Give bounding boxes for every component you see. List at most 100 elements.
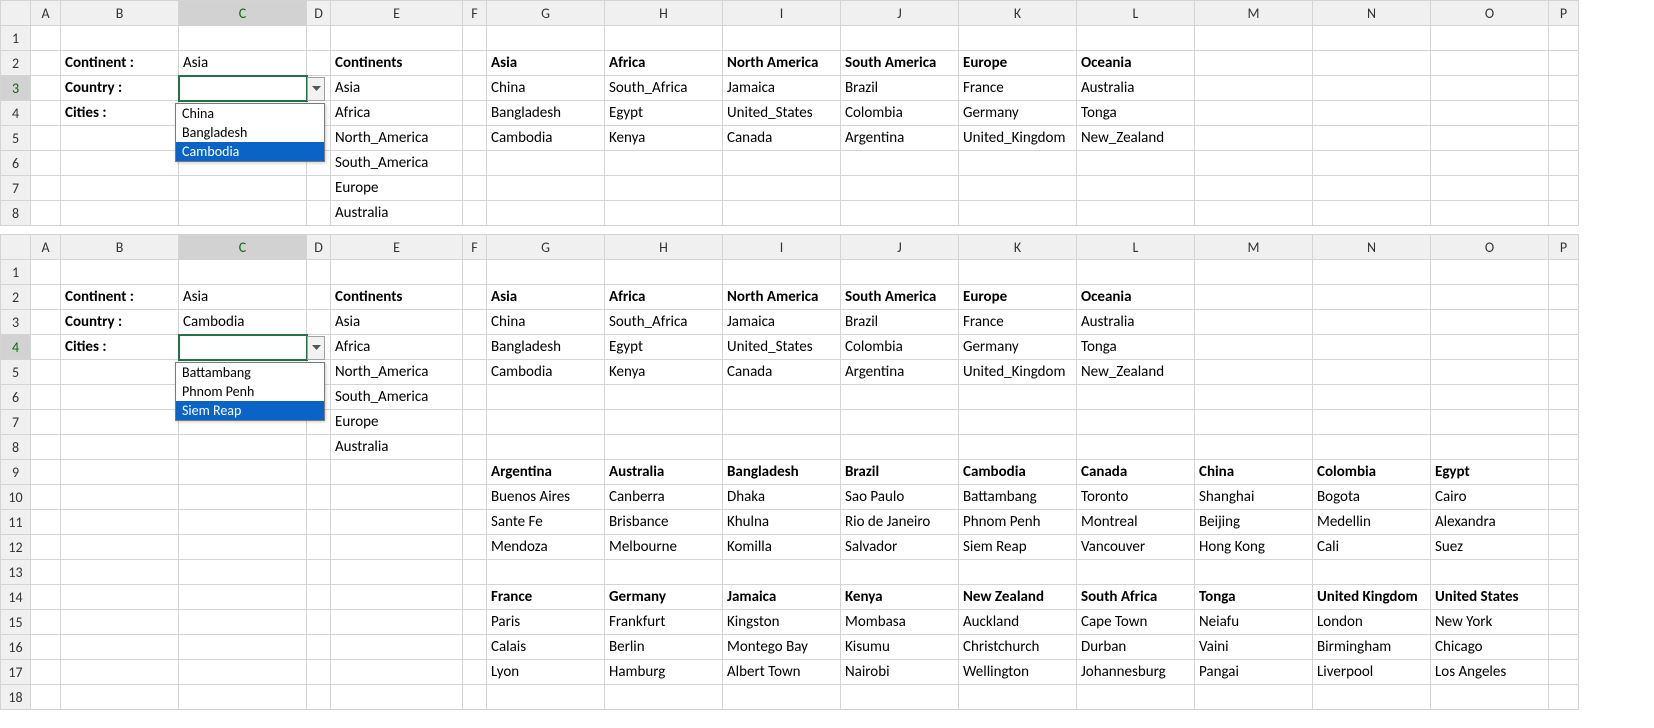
hdr-na[interactable]: North America xyxy=(723,51,841,76)
cell[interactable]: Tonga xyxy=(1077,335,1195,360)
cell[interactable]: Komilla xyxy=(723,535,841,560)
cell[interactable]: France xyxy=(959,310,1077,335)
row-header[interactable]: 3 xyxy=(1,310,31,335)
continent-na[interactable]: North_America xyxy=(331,360,463,385)
select-all[interactable] xyxy=(1,235,31,260)
cell[interactable]: Tonga xyxy=(1077,101,1195,126)
cell[interactable]: Cali xyxy=(1313,535,1431,560)
cell[interactable]: Durban xyxy=(1077,635,1195,660)
cell[interactable]: United_States xyxy=(723,335,841,360)
cell[interactable]: Montreal xyxy=(1077,510,1195,535)
cell[interactable]: Alexandra xyxy=(1431,510,1549,535)
cell[interactable]: Sante Fe xyxy=(487,510,605,535)
cell[interactable]: Hong Kong xyxy=(1195,535,1313,560)
cell[interactable]: Jamaica xyxy=(723,76,841,101)
cell[interactable]: Brazil xyxy=(841,76,959,101)
col-header-d[interactable]: D xyxy=(307,235,331,260)
cell[interactable]: Germany xyxy=(959,101,1077,126)
hdr-sa[interactable]: South America xyxy=(841,285,959,310)
cell[interactable]: Beijing xyxy=(1195,510,1313,535)
row-header[interactable]: 7 xyxy=(1,176,31,201)
row-header[interactable]: 5 xyxy=(1,360,31,385)
col-header-m[interactable]: M xyxy=(1195,1,1313,26)
cell[interactable]: Kingston xyxy=(723,610,841,635)
dropdown-item[interactable]: Cambodia xyxy=(176,142,324,161)
cell[interactable]: Vaini xyxy=(1195,635,1313,660)
cell[interactable]: Lyon xyxy=(487,660,605,685)
row-header[interactable]: 5 xyxy=(1,126,31,151)
cell[interactable]: Jamaica xyxy=(723,310,841,335)
cell[interactable]: Mendoza xyxy=(487,535,605,560)
col-header-o[interactable]: O xyxy=(1431,1,1549,26)
hdr[interactable]: Tonga xyxy=(1195,585,1313,610)
col-header-p[interactable]: P xyxy=(1549,235,1579,260)
hdr[interactable]: China xyxy=(1195,460,1313,485)
cell[interactable]: Germany xyxy=(959,335,1077,360)
row-header[interactable]: 14 xyxy=(1,585,31,610)
continent-sa[interactable]: South_America xyxy=(331,151,463,176)
cell[interactable]: Colombia xyxy=(841,335,959,360)
row-header[interactable]: 2 xyxy=(1,285,31,310)
cell[interactable]: Bogota xyxy=(1313,485,1431,510)
cell[interactable]: Egypt xyxy=(605,101,723,126)
col-header-o[interactable]: O xyxy=(1431,235,1549,260)
cell[interactable]: Canada xyxy=(723,360,841,385)
cell[interactable]: New_Zealand xyxy=(1077,126,1195,151)
cell[interactable]: Salvador xyxy=(841,535,959,560)
cell[interactable]: United_States xyxy=(723,101,841,126)
continent-eu[interactable]: Europe xyxy=(331,176,463,201)
row-header[interactable]: 17 xyxy=(1,660,31,685)
hdr-africa[interactable]: Africa xyxy=(605,285,723,310)
continents-header[interactable]: Continents xyxy=(331,285,463,310)
cell[interactable]: Shanghai xyxy=(1195,485,1313,510)
data-validation-dropdown-button[interactable] xyxy=(307,336,325,360)
row-header[interactable]: 10 xyxy=(1,485,31,510)
cities-dropdown-list[interactable]: Battambang Phnom Penh Siem Reap xyxy=(175,362,325,421)
cell[interactable]: Brazil xyxy=(841,310,959,335)
cell[interactable]: Phnom Penh xyxy=(959,510,1077,535)
cell[interactable]: Nairobi xyxy=(841,660,959,685)
hdr[interactable]: Bangladesh xyxy=(723,460,841,485)
col-header-c[interactable]: C xyxy=(179,1,307,26)
cell[interactable]: London xyxy=(1313,610,1431,635)
hdr[interactable]: Cambodia xyxy=(959,460,1077,485)
col-header-a[interactable]: A xyxy=(31,1,61,26)
continent-asia[interactable]: Asia xyxy=(331,310,463,335)
label-continent[interactable]: Continent : xyxy=(61,51,179,76)
cell[interactable]: Pangai xyxy=(1195,660,1313,685)
cell[interactable]: Melbourne xyxy=(605,535,723,560)
cell[interactable]: Liverpool xyxy=(1313,660,1431,685)
cell[interactable]: Canada xyxy=(723,126,841,151)
row-header[interactable]: 6 xyxy=(1,385,31,410)
hdr[interactable]: New Zealand xyxy=(959,585,1077,610)
cell[interactable]: Johannesburg xyxy=(1077,660,1195,685)
cell[interactable]: France xyxy=(959,76,1077,101)
cell[interactable]: Vancouver xyxy=(1077,535,1195,560)
cell[interactable]: Toronto xyxy=(1077,485,1195,510)
continent-na[interactable]: North_America xyxy=(331,126,463,151)
cell[interactable]: South_Africa xyxy=(605,76,723,101)
cell[interactable]: Dhaka xyxy=(723,485,841,510)
hdr-sa[interactable]: South America xyxy=(841,51,959,76)
cell[interactable]: Frankfurt xyxy=(605,610,723,635)
cell[interactable]: Calais xyxy=(487,635,605,660)
hdr[interactable]: South Africa xyxy=(1077,585,1195,610)
hdr[interactable]: Kenya xyxy=(841,585,959,610)
row-header[interactable]: 9 xyxy=(1,460,31,485)
cell[interactable]: Cape Town xyxy=(1077,610,1195,635)
select-all[interactable] xyxy=(1,1,31,26)
continent-au[interactable]: Australia xyxy=(331,201,463,226)
col-header-k[interactable]: K xyxy=(959,1,1077,26)
hdr-oc[interactable]: Oceania xyxy=(1077,51,1195,76)
hdr[interactable]: Colombia xyxy=(1313,460,1431,485)
hdr-africa[interactable]: Africa xyxy=(605,51,723,76)
row-header[interactable]: 1 xyxy=(1,26,31,51)
col-header-n[interactable]: N xyxy=(1313,1,1431,26)
label-country[interactable]: Country : xyxy=(61,76,179,101)
col-header-m[interactable]: M xyxy=(1195,235,1313,260)
cell[interactable]: Wellington xyxy=(959,660,1077,685)
label-cities[interactable]: Cities : xyxy=(61,101,179,126)
value-continent[interactable]: Asia xyxy=(179,51,307,76)
hdr[interactable]: Brazil xyxy=(841,460,959,485)
label-cities[interactable]: Cities : xyxy=(61,335,179,360)
